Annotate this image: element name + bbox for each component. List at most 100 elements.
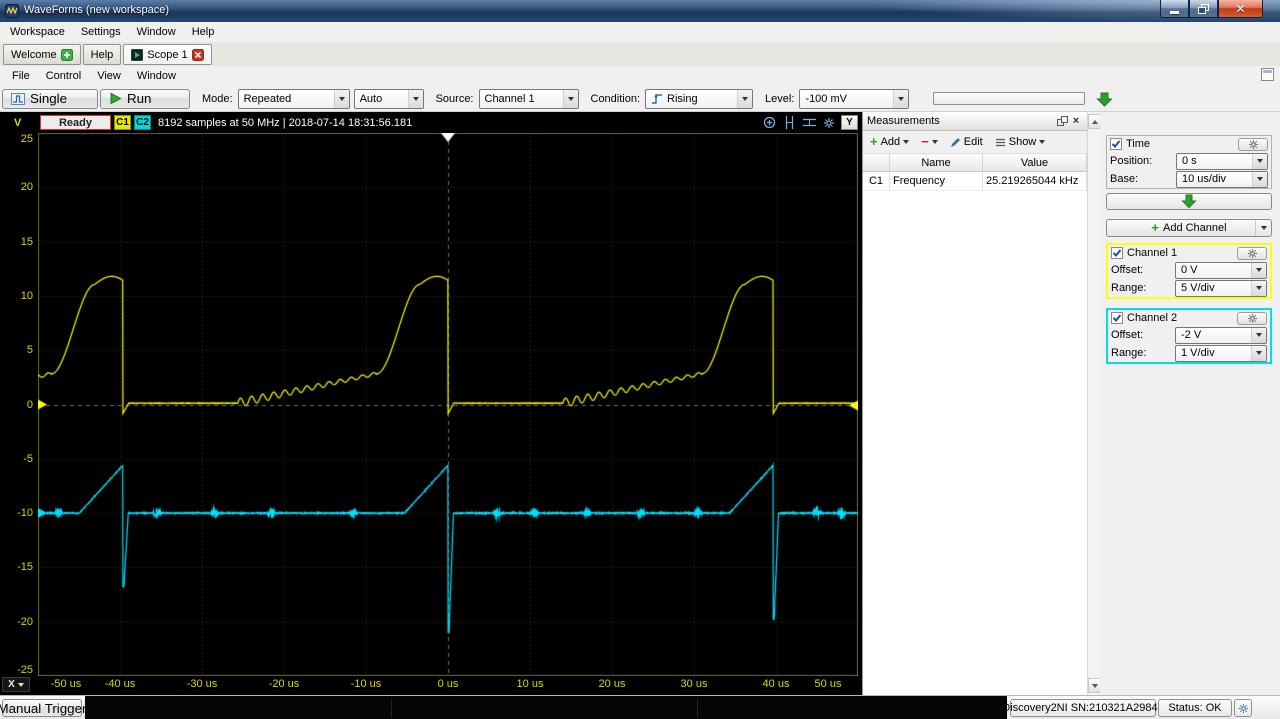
menu-workspace[interactable]: Workspace	[2, 24, 73, 40]
column-header-value[interactable]: Value	[983, 154, 1087, 171]
oscilloscope-canvas[interactable]	[38, 133, 858, 676]
plot-settings-gear-icon[interactable]	[821, 115, 837, 131]
mode-select[interactable]: Repeated	[237, 88, 350, 109]
remove-measurement-button[interactable]: −	[918, 135, 941, 149]
undock-panel-icon[interactable]	[1055, 114, 1069, 128]
y-cursors-icon[interactable]	[801, 115, 817, 131]
connection-status[interactable]: Status: OK	[1158, 699, 1232, 717]
channel2-checkbox[interactable]	[1111, 312, 1123, 324]
trigger-position-bar[interactable]	[933, 92, 1085, 105]
add-measurement-label: Add	[880, 136, 901, 148]
chevron-down-icon	[1039, 140, 1046, 144]
channel2-range-label: Range:	[1111, 347, 1147, 359]
add-measurement-button[interactable]: + Add	[867, 134, 912, 150]
zoom-plus-icon[interactable]	[761, 115, 777, 131]
close-button[interactable]: ✕	[1218, 0, 1263, 18]
tab-help[interactable]: Help	[82, 44, 122, 65]
y-tick-label: 20	[20, 181, 33, 194]
measurements-empty-area	[863, 191, 1087, 695]
plus-icon: +	[1151, 220, 1159, 235]
close-panel-icon[interactable]: ×	[1069, 114, 1083, 128]
y-tick-label: 0	[26, 398, 33, 411]
x-tick-label: 40 us	[762, 678, 790, 690]
channel2-toggle-chip[interactable]: C2	[134, 115, 151, 130]
x-cursors-icon[interactable]	[781, 115, 797, 131]
scope-menu-window[interactable]: Window	[129, 68, 184, 84]
scope-menu-file[interactable]: File	[4, 68, 38, 84]
x-tick-label: -20 us	[268, 678, 300, 690]
y-tick-label: -20	[17, 615, 33, 628]
gear-icon	[1247, 313, 1257, 323]
channel2-offset-select[interactable]: -2 V	[1175, 326, 1267, 344]
taskbar-separator	[391, 698, 392, 718]
y-axis-button[interactable]: Y	[841, 115, 858, 130]
run-icon	[110, 92, 122, 105]
condition-select[interactable]: Rising	[645, 88, 754, 109]
add-channel-button[interactable]: + Add Channel	[1106, 219, 1272, 237]
source-select[interactable]: Channel 1	[478, 88, 579, 109]
scope-menu-view[interactable]: View	[89, 68, 129, 84]
menu-window[interactable]: Window	[129, 24, 184, 40]
scope-controls-sidebar: Time Position: 0 s Base: 10 us/div + Add…	[1100, 112, 1280, 695]
device-status[interactable]: Discovery2NI SN:210321A29849	[1002, 699, 1164, 717]
channel1-checkbox[interactable]	[1111, 247, 1123, 259]
time-checkbox[interactable]	[1110, 138, 1122, 150]
collapse-panel-button[interactable]	[1093, 89, 1115, 109]
minimize-button[interactable]	[1160, 0, 1189, 18]
dock-panel-icon[interactable]	[1261, 68, 1274, 84]
y-tick-label: 15	[20, 235, 33, 248]
column-header-name[interactable]: Name	[890, 154, 983, 171]
x-tick-label: -40 us	[104, 678, 136, 690]
condition-label: Condition:	[590, 92, 641, 105]
status-settings-button[interactable]	[1234, 699, 1252, 717]
tab-scope-1[interactable]: Scope 1	[123, 44, 212, 65]
titlebar: WaveForms (new workspace) ✕	[0, 0, 1280, 22]
arrow-up-icon	[1091, 119, 1098, 124]
channel2-range-select[interactable]: 1 V/div	[1175, 344, 1267, 362]
channel1-toggle-chip[interactable]: C1	[114, 115, 131, 130]
time-settings-button[interactable]	[1238, 137, 1268, 151]
source-label: Source:	[435, 92, 474, 105]
time-base-select[interactable]: 10 us/div	[1176, 170, 1268, 188]
run-button[interactable]: Run	[100, 88, 190, 109]
vertical-scrollbar[interactable]	[1087, 112, 1101, 695]
channel2-settings-button[interactable]	[1237, 311, 1267, 325]
channel1-settings-button[interactable]	[1237, 246, 1267, 260]
chevron-down-icon	[17, 682, 24, 687]
x-tick-label: 30 us	[680, 678, 708, 690]
chevron-down-icon	[1251, 345, 1266, 361]
time-expand-button[interactable]	[1106, 193, 1272, 210]
tab-welcome[interactable]: Welcome	[3, 44, 81, 65]
single-icon	[11, 92, 25, 105]
status-bar: Manual Trigger Discovery2NI SN:210321A29…	[0, 695, 1280, 719]
edit-measurement-label: Edit	[963, 136, 983, 148]
restore-icon	[1198, 3, 1209, 14]
manual-trigger-button[interactable]: Manual Trigger	[0, 699, 86, 717]
measurements-panel: Measurements × + Add − Edit Show Name Va…	[862, 112, 1087, 695]
edit-measurement-button[interactable]: Edit	[947, 134, 986, 150]
time-position-select[interactable]: 0 s	[1176, 152, 1268, 170]
restore-button[interactable]	[1189, 0, 1218, 18]
rising-edge-icon	[652, 93, 663, 104]
channel1-offset-label: Offset:	[1111, 264, 1144, 276]
measurement-row[interactable]: C1 Frequency 25.219265044 kHz	[863, 172, 1087, 191]
trigger-mode-select[interactable]: Auto	[353, 88, 424, 109]
scope-plot-area: V Ready C1 C2 8192 samples at 50 MHz | 2…	[0, 112, 862, 695]
x-tick-label: -30 us	[186, 678, 218, 690]
column-header-channel[interactable]	[863, 154, 890, 171]
scope-menu-control[interactable]: Control	[38, 68, 89, 84]
capture-info: 8192 samples at 50 MHz | 2018-07-14 18:3…	[158, 116, 413, 129]
x-axis-selector[interactable]: X	[2, 677, 30, 692]
x-tick-label: -10 us	[350, 678, 382, 690]
level-select[interactable]: -100 mV	[799, 88, 910, 109]
tab-close-icon[interactable]	[191, 48, 204, 61]
channel1-offset-select[interactable]: 0 V	[1175, 261, 1267, 279]
show-measurement-button[interactable]: Show	[992, 134, 1049, 150]
menu-settings[interactable]: Settings	[73, 24, 129, 40]
taskbar-strip	[85, 696, 1007, 719]
time-panel: Time Position: 0 s Base: 10 us/div	[1106, 135, 1272, 189]
channel1-range-select[interactable]: 5 V/div	[1175, 279, 1267, 297]
y-tick-label: -25	[17, 664, 33, 676]
menu-help[interactable]: Help	[184, 24, 223, 40]
single-button[interactable]: Single	[2, 88, 98, 109]
